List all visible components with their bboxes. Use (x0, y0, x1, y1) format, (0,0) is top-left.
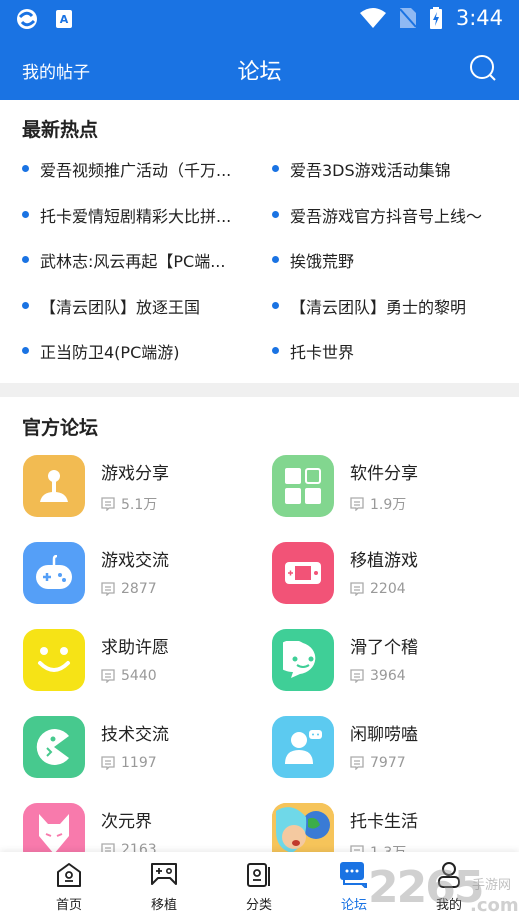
forum-name: 技术交流 (101, 725, 169, 745)
hot-section-title: 最新热点 (22, 119, 99, 141)
post-count: 1197 (101, 755, 157, 771)
app-notification-icon (17, 9, 37, 29)
joystick-icon (23, 455, 85, 517)
forum-item[interactable]: 闲聊唠嗑 7977 (272, 716, 512, 778)
clock: 3:44 (455, 6, 503, 30)
watermark-cn: 手游网 (472, 878, 512, 893)
post-count-value: 5440 (121, 668, 157, 684)
smile-icon (23, 629, 85, 691)
forum-name: 移植游戏 (350, 551, 418, 571)
svg-text:A: A (60, 13, 69, 26)
hot-topic-link[interactable]: 托卡世界 (272, 339, 487, 363)
post-count-icon (350, 669, 364, 683)
search-icon[interactable] (469, 54, 497, 82)
post-count-icon (101, 756, 115, 770)
post-count-value: 3964 (370, 668, 406, 684)
hot-topic-link[interactable]: 爱吾视频推广活动（千万... (22, 157, 237, 181)
forum-item[interactable]: 游戏分享 5.1万 (23, 455, 263, 517)
post-count-value: 2877 (121, 581, 157, 597)
post-count-value: 5.1万 (121, 497, 158, 513)
post-count-icon (101, 582, 115, 596)
post-count: 7977 (350, 755, 406, 771)
tab-label: 分类 (245, 898, 272, 913)
post-count-icon (350, 582, 364, 596)
tab-label: 移植 (150, 898, 177, 913)
tab-label: 论坛 (340, 898, 367, 913)
forum-item[interactable]: 技术交流 1197 (23, 716, 263, 778)
forum-name: 软件分享 (350, 464, 418, 484)
tab-home[interactable]: 首页 (39, 862, 99, 913)
gamepad-icon (23, 542, 85, 604)
post-count-value: 1.9万 (370, 497, 407, 513)
apps-grid-icon (272, 455, 334, 517)
hot-topic-link[interactable]: 爱吾3DS游戏活动集锦 (272, 157, 487, 181)
post-count-icon (101, 497, 115, 511)
battery-charging-icon (429, 7, 442, 29)
handheld-console-icon (272, 542, 334, 604)
tab-port[interactable]: 移植 (134, 862, 194, 913)
hot-topic-link[interactable]: 托卡爱情短剧精彩大比拼... (22, 203, 237, 227)
hot-topic-link[interactable]: 爱吾游戏官方抖音号上线～ (272, 203, 487, 227)
forum-name: 游戏分享 (101, 464, 169, 484)
forum-item[interactable]: 移植游戏 2204 (272, 542, 512, 604)
chat-bubble-icon (272, 629, 334, 691)
forum-item[interactable]: 滑了个稽 3964 (272, 629, 512, 691)
post-count-icon (101, 669, 115, 683)
hot-topic-link[interactable]: 挨饿荒野 (272, 248, 487, 272)
forum-item[interactable]: 游戏交流 2877 (23, 542, 263, 604)
pacman-icon (23, 716, 85, 778)
post-count: 5440 (101, 668, 157, 684)
forum-name: 托卡生活 (350, 812, 418, 832)
tab-category[interactable]: 分类 (229, 862, 289, 913)
post-count: 2204 (350, 581, 406, 597)
post-count-icon (350, 756, 364, 770)
hot-topic-link[interactable]: 【清云团队】放逐王国 (22, 294, 237, 318)
wifi-icon (359, 8, 386, 28)
forums-section-title: 官方论坛 (22, 417, 99, 439)
post-count-value: 7977 (370, 755, 406, 771)
category-icon (229, 862, 289, 888)
bottom-nav: 首页 移植 分类 论坛 我的 (0, 852, 519, 924)
home-icon (39, 862, 99, 888)
page-title: 论坛 (237, 60, 282, 85)
app-bar: A 3:44 我的帖子 论坛 (0, 0, 519, 100)
post-count-icon (350, 497, 364, 511)
forum-name: 游戏交流 (101, 551, 169, 571)
keyboard-notification-icon: A (56, 10, 72, 28)
watermark-domain: .com (470, 895, 519, 916)
hot-topic-link[interactable]: 武林志:风云再起【PC端... (22, 248, 237, 272)
post-count-value: 1197 (121, 755, 157, 771)
forum-chat-icon (324, 862, 384, 888)
post-count: 1.9万 (350, 494, 406, 514)
post-count: 5.1万 (101, 494, 157, 514)
user-chat-icon (272, 716, 334, 778)
hot-topic-link[interactable]: 正当防卫4(PC端游) (22, 339, 237, 363)
status-bar: A 3:44 (0, 0, 519, 44)
forum-name: 闲聊唠嗑 (350, 725, 418, 745)
forum-name: 次元界 (101, 812, 152, 832)
tab-label: 首页 (55, 898, 82, 913)
post-count-value: 2204 (370, 581, 406, 597)
section-divider (0, 383, 519, 397)
forum-item[interactable]: 求助许愿 5440 (23, 629, 263, 691)
post-count: 2877 (101, 581, 157, 597)
forum-item[interactable]: 软件分享 1.9万 (272, 455, 512, 517)
forum-name: 滑了个稽 (350, 638, 418, 658)
tab-forum[interactable]: 论坛 (324, 862, 384, 913)
hot-topic-link[interactable]: 【清云团队】勇士的黎明 (272, 294, 487, 318)
post-count: 3964 (350, 668, 406, 684)
port-gamepad-icon (134, 862, 194, 888)
no-sim-icon (399, 8, 416, 28)
forum-name: 求助许愿 (101, 638, 169, 658)
tab-label: 我的 (435, 898, 462, 913)
profile-icon (419, 862, 479, 888)
